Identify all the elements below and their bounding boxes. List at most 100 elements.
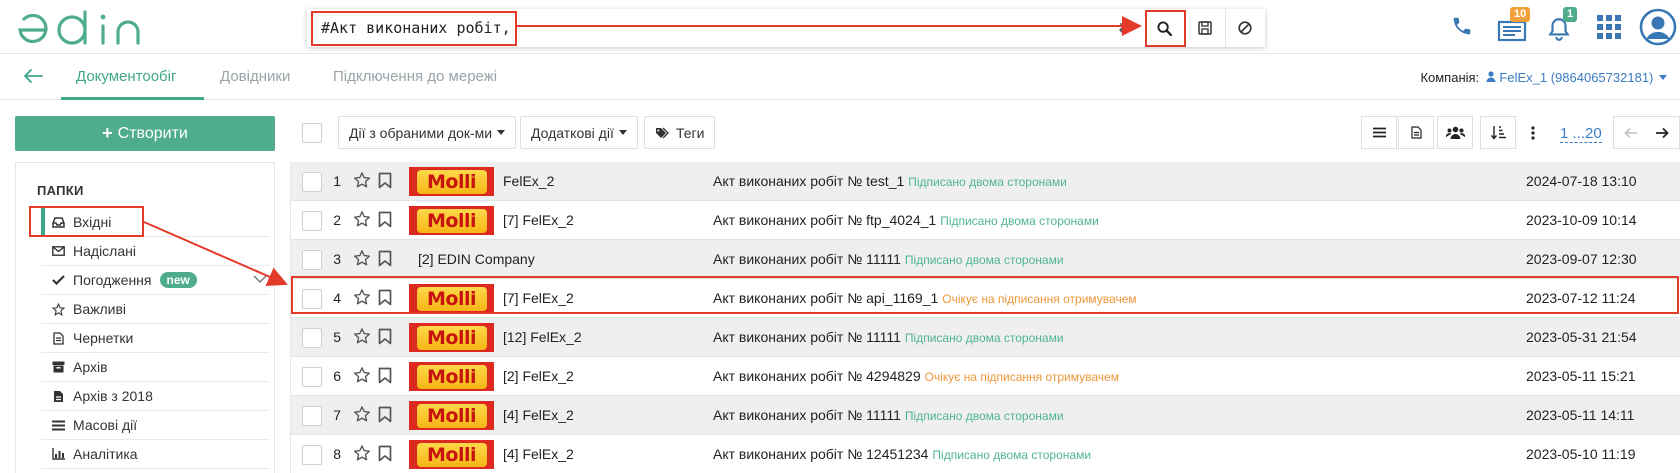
selected-actions-label: Дії з обраними док-ми — [349, 124, 493, 141]
notifications-button[interactable]: 1 — [1546, 7, 1578, 42]
group-view-button[interactable] — [1437, 116, 1473, 149]
extra-actions-dropdown[interactable]: Додаткові дії — [520, 116, 638, 149]
star-icon[interactable] — [353, 327, 371, 348]
apps-grid-icon[interactable] — [1597, 15, 1621, 39]
folder-label: Архів — [73, 359, 108, 375]
user-avatar-icon[interactable] — [1639, 8, 1677, 46]
arrow-left-icon — [1624, 127, 1637, 138]
document-title-cell[interactable]: Акт виконаних робіт № api_1169_1 Очікує н… — [713, 290, 1137, 306]
row-checkbox[interactable] — [302, 172, 322, 192]
document-title-cell[interactable]: Акт виконаних робіт № 4294829 Очікує на п… — [713, 368, 1119, 384]
search-input[interactable] — [311, 12, 1131, 44]
bookmark-icon[interactable] — [378, 445, 392, 465]
selected-actions-dropdown[interactable]: Дії з обраними док-ми — [338, 116, 517, 149]
document-title: Акт виконаних робіт № api_1169_1 — [713, 290, 939, 306]
bookmark-icon[interactable] — [378, 406, 392, 426]
table-row[interactable]: 1 Molli FelEx_2 Акт виконаних робіт № test_… — [291, 162, 1680, 201]
list-view-button[interactable] — [1361, 116, 1397, 149]
table-row[interactable]: 6 Molli [2] FelEx_2 Акт виконаних робіт № 4… — [291, 357, 1680, 396]
pagination-range[interactable]: 1 ...20 — [1560, 126, 1602, 143]
create-button[interactable]: + Створити — [15, 116, 275, 151]
star-icon[interactable] — [353, 210, 371, 231]
document-status: Очікує на підписання отримувачем — [924, 370, 1119, 384]
folder-analytics[interactable]: Аналітика — [41, 440, 269, 469]
search-button[interactable] — [1145, 9, 1183, 47]
folder-drafts[interactable]: Чернетки — [41, 324, 269, 353]
tab-document-flow[interactable]: Документообіг — [76, 68, 176, 85]
row-checkbox[interactable] — [302, 367, 322, 387]
list-icon — [51, 418, 65, 432]
folder-archive-2018[interactable]: Архів з 2018 — [41, 382, 269, 411]
company-selector[interactable]: Компанія: FelEx_1 (9864065732181) — [1420, 70, 1667, 85]
sender-logo: Molli — [409, 284, 494, 313]
document-title-cell[interactable]: Акт виконаних робіт № 11111 Підписано дво… — [713, 407, 1064, 423]
molli-logo-text: Molli — [416, 208, 487, 233]
folder-bulk-actions[interactable]: Масові дії — [41, 411, 269, 440]
phone-icon[interactable] — [1451, 15, 1473, 37]
folder-archive[interactable]: Архів — [41, 353, 269, 382]
documents-count-badge: 10 — [1510, 7, 1531, 22]
molli-logo-text: Molli — [416, 403, 487, 428]
save-search-button[interactable] — [1185, 9, 1223, 47]
bookmark-icon[interactable] — [378, 172, 392, 192]
sort-button[interactable] — [1480, 116, 1516, 149]
bookmark-icon[interactable] — [378, 328, 392, 348]
vertical-dots-icon — [1531, 125, 1535, 140]
back-arrow-icon[interactable] — [22, 66, 44, 86]
bookmark-icon[interactable] — [378, 211, 392, 231]
next-page-button[interactable] — [1644, 116, 1680, 149]
sender-name: [2] EDIN Company — [418, 251, 535, 267]
folder-important[interactable]: Важливі — [41, 295, 269, 324]
star-icon[interactable] — [353, 405, 371, 426]
star-icon[interactable] — [353, 288, 371, 309]
table-row[interactable]: 3 [2] EDIN Company Акт виконаних робіт № 1… — [291, 240, 1680, 279]
row-checkbox[interactable] — [302, 328, 322, 348]
chart-icon — [51, 447, 65, 461]
clear-search-button[interactable] — [1225, 9, 1263, 47]
edin-logo[interactable] — [16, 8, 142, 48]
document-title-cell[interactable]: Акт виконаних робіт № ftp_4024_1 Підписан… — [713, 212, 1099, 228]
chevron-down-icon[interactable] — [253, 275, 267, 284]
bookmark-icon[interactable] — [378, 289, 392, 309]
document-title-cell[interactable]: Акт виконаних робіт № test_1 Підписано дв… — [713, 173, 1067, 189]
search-icon — [1156, 20, 1172, 36]
row-checkbox[interactable] — [302, 211, 322, 231]
document-title-cell[interactable]: Акт виконаних робіт № 12451234 Підписано … — [713, 446, 1091, 462]
table-row[interactable]: 5 Molli [12] FelEx_2 Акт виконаних робіт № … — [291, 318, 1680, 357]
table-row[interactable]: 7 Molli [4] FelEx_2 Акт виконаних робіт № 1… — [291, 396, 1680, 435]
document-view-button[interactable] — [1398, 116, 1434, 149]
star-icon[interactable] — [353, 444, 371, 465]
filter-toggle-icon[interactable] — [1119, 20, 1133, 34]
row-checkbox[interactable] — [302, 445, 322, 465]
tags-button[interactable]: Теги — [644, 116, 716, 149]
row-number: 7 — [333, 407, 341, 423]
folder-inbox[interactable]: Вхідні — [41, 208, 269, 237]
row-checkbox[interactable] — [302, 250, 322, 270]
sender-logo: Molli — [409, 167, 494, 196]
plus-icon: + — [102, 123, 113, 143]
documents-button[interactable]: 10 — [1497, 7, 1531, 42]
envelope-icon — [51, 244, 65, 258]
star-icon[interactable] — [353, 366, 371, 387]
document-title-cell[interactable]: Акт виконаних робіт № 11111 Підписано дво… — [713, 251, 1064, 267]
table-row[interactable]: 4 Molli [7] FelEx_2 Акт виконаних робіт № a… — [291, 279, 1680, 318]
document-icon — [1410, 126, 1422, 139]
company-label: Компанія: — [1420, 70, 1480, 85]
row-number: 4 — [333, 290, 341, 306]
bookmark-icon[interactable] — [378, 250, 392, 270]
sender-name: FelEx_2 — [503, 173, 555, 189]
star-icon[interactable] — [353, 249, 371, 270]
star-icon[interactable] — [353, 171, 371, 192]
tab-network-connection[interactable]: Підключення до мережі — [333, 68, 497, 85]
more-options-button[interactable] — [1518, 116, 1548, 149]
tab-directories[interactable]: Довідники — [220, 68, 290, 85]
table-row[interactable]: 8 Molli [4] FelEx_2 Акт виконаних робіт № 1… — [291, 435, 1680, 473]
row-checkbox[interactable] — [302, 406, 322, 426]
row-checkbox[interactable] — [302, 289, 322, 309]
document-title-cell[interactable]: Акт виконаних робіт № 11111 Підписано дво… — [713, 329, 1064, 345]
table-row[interactable]: 2 Molli [7] FelEx_2 Акт виконаних робіт № f… — [291, 201, 1680, 240]
select-all-checkbox[interactable] — [302, 123, 322, 143]
bookmark-icon[interactable] — [378, 367, 392, 387]
folder-sent[interactable]: Надіслані — [41, 237, 269, 266]
folder-approval[interactable]: Погодження new — [41, 266, 269, 295]
